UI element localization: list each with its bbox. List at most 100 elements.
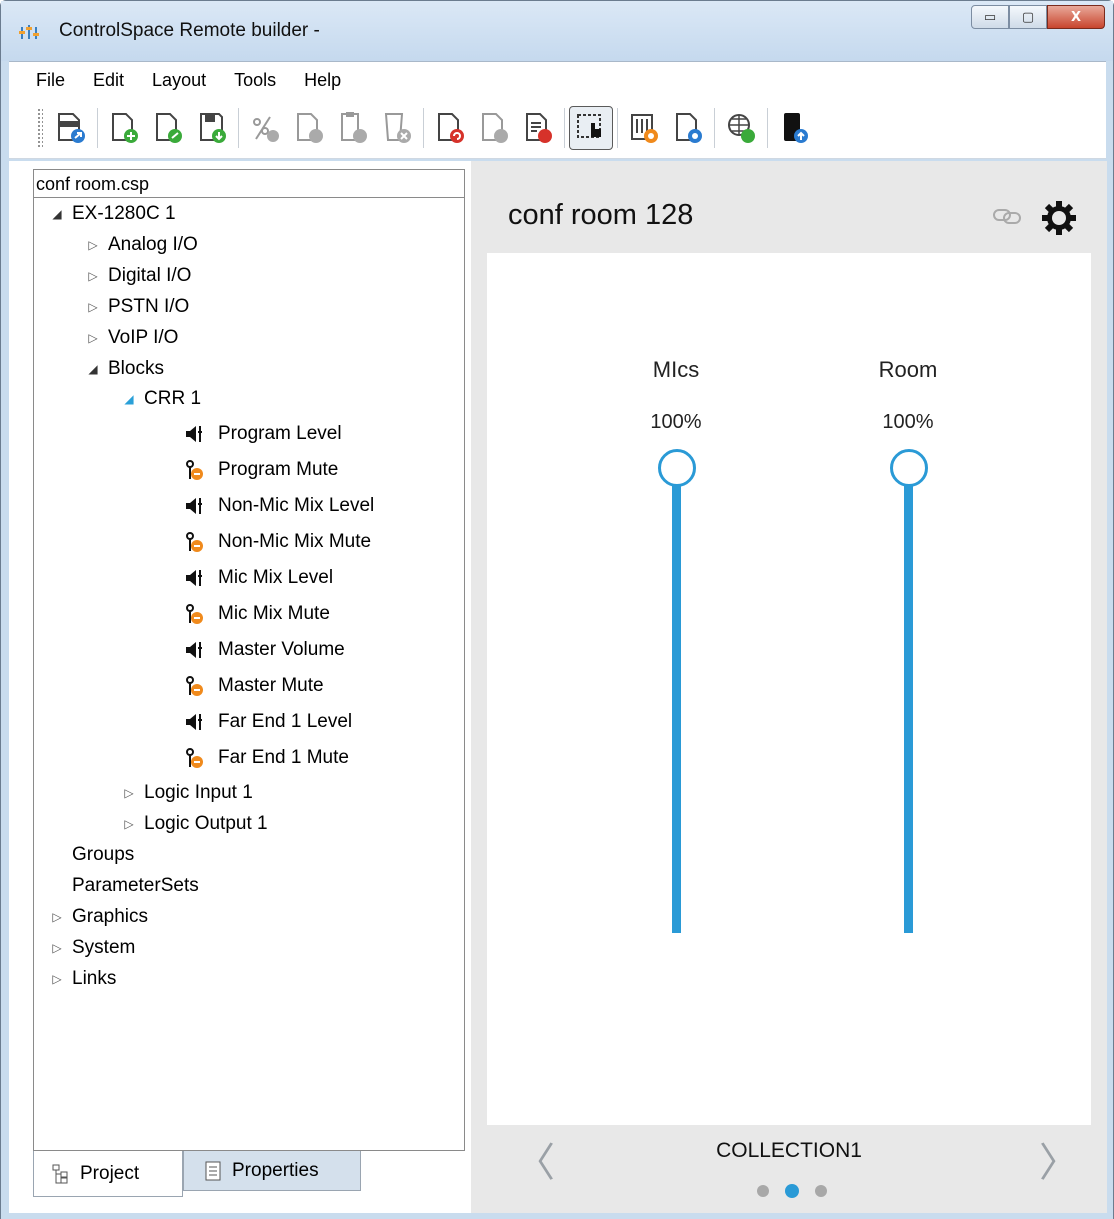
web-publish-button[interactable] xyxy=(719,106,763,150)
remove-icon xyxy=(526,112,552,143)
tree-item-label: PSTN I/O xyxy=(108,295,190,317)
tree-item[interactable]: ▷ Graphics xyxy=(48,902,148,932)
gear-icon[interactable] xyxy=(1040,199,1078,237)
mute-icon xyxy=(184,459,204,481)
toolbar-separator xyxy=(423,107,424,148)
next-page-arrow[interactable]: 〉 xyxy=(1039,1143,1079,1183)
new-page-from-template-button[interactable] xyxy=(146,106,190,150)
collapsed-arrow-icon[interactable]: ▷ xyxy=(48,972,66,986)
project-tree[interactable]: conf room.csp ◢ EX-1280C 1 ▷ Analog I/O ▷ Dig… xyxy=(33,169,465,1151)
tree-item[interactable]: ParameterSets xyxy=(48,871,199,901)
control-settings-button[interactable] xyxy=(622,106,666,150)
undo-button[interactable] xyxy=(428,106,472,150)
tree-item[interactable]: Non-Mic Mix Mute xyxy=(184,527,371,557)
menu-edit[interactable]: Edit xyxy=(79,62,138,98)
title-bar[interactable]: ControlSpace Remote builder - ▭ ▢ X xyxy=(1,1,1113,61)
properties-icon xyxy=(204,1161,222,1181)
project-panel: conf room.csp ◢ EX-1280C 1 ▷ Analog I/O ▷ Dig… xyxy=(9,161,471,1213)
tree-root-file[interactable]: conf room.csp xyxy=(34,170,464,198)
tree-item-label: EX-1280C 1 xyxy=(72,203,176,224)
menu-layout[interactable]: Layout xyxy=(138,62,220,98)
tree-item[interactable]: ▷ Digital I/O xyxy=(84,261,191,291)
app-window: ControlSpace Remote builder - ▭ ▢ X File… xyxy=(0,0,1114,1219)
page-dot[interactable] xyxy=(757,1185,769,1197)
close-button[interactable]: X xyxy=(1047,5,1105,29)
tree-item-label: VoIP I/O xyxy=(108,326,179,348)
menu-tools[interactable]: Tools xyxy=(220,62,290,98)
tree-item[interactable]: ▷ Analog I/O xyxy=(84,230,197,260)
channel-value-mics: 100% xyxy=(650,411,702,433)
new-page-from-template-icon xyxy=(156,112,182,143)
collapsed-arrow-icon[interactable]: ▷ xyxy=(120,817,138,831)
expanded-arrow-icon[interactable]: ◢ xyxy=(120,392,138,406)
toolbar-separator xyxy=(714,107,715,148)
select-mode-button[interactable] xyxy=(569,105,613,150)
tree-item-label: CRR 1 xyxy=(144,388,202,410)
collapsed-arrow-icon[interactable]: ▷ xyxy=(84,300,102,314)
tree-item[interactable]: Non-Mic Mix Level xyxy=(184,491,374,521)
tab-properties[interactable]: Properties xyxy=(183,1151,361,1191)
tree-item[interactable]: ▷ PSTN I/O xyxy=(84,292,189,322)
link-icon[interactable] xyxy=(993,207,1023,225)
level-icon xyxy=(184,567,204,589)
collapsed-arrow-icon[interactable]: ▷ xyxy=(84,269,102,283)
delete-icon xyxy=(384,112,411,143)
collapsed-arrow-icon[interactable]: ▷ xyxy=(84,238,102,252)
page-dot-active[interactable] xyxy=(785,1184,799,1198)
tree-item[interactable]: Groups xyxy=(48,840,134,870)
minimize-icon: ▭ xyxy=(983,9,997,25)
level-icon xyxy=(184,639,204,661)
collapsed-arrow-icon[interactable]: ▷ xyxy=(48,910,66,924)
slider-knob-mics[interactable] xyxy=(658,449,696,487)
tree-item[interactable]: Master Volume xyxy=(184,635,345,665)
tree-item[interactable]: ▷ Logic Output 1 xyxy=(120,809,267,839)
tree-item[interactable]: Program Mute xyxy=(184,455,338,485)
prev-page-arrow[interactable]: 〈 xyxy=(515,1143,555,1183)
tree-item-label: Groups xyxy=(72,844,135,866)
cut-button[interactable] xyxy=(243,106,287,150)
save-page-button[interactable] xyxy=(190,106,234,150)
tree-item[interactable]: Mic Mix Level xyxy=(184,563,333,593)
tree-item[interactable]: Master Mute xyxy=(184,671,324,701)
paste-button[interactable] xyxy=(331,106,375,150)
tree-item[interactable]: Program Level xyxy=(184,419,342,449)
tree-item-label: Mic Mix Mute xyxy=(218,603,330,625)
export-button[interactable] xyxy=(49,106,93,150)
tree-item[interactable]: ▷ System xyxy=(48,933,135,963)
toolbar-grip[interactable] xyxy=(37,107,43,148)
level-icon xyxy=(184,423,204,445)
tree-item[interactable]: Far End 1 Level xyxy=(184,707,352,737)
slider-track-room[interactable] xyxy=(904,468,913,933)
collapsed-arrow-icon[interactable]: ▷ xyxy=(48,941,66,955)
tree-item[interactable]: ◢ CRR 1 xyxy=(120,384,201,414)
tree-item[interactable]: ▷ Logic Input 1 xyxy=(120,778,252,808)
tree-item[interactable]: ▷ VoIP I/O xyxy=(84,323,178,353)
tree-item[interactable]: Mic Mix Mute xyxy=(184,599,330,629)
page-dot[interactable] xyxy=(815,1185,827,1197)
expanded-arrow-icon[interactable]: ◢ xyxy=(48,207,66,221)
collapsed-arrow-icon[interactable]: ▷ xyxy=(120,786,138,800)
slider-knob-room[interactable] xyxy=(890,449,928,487)
menu-help[interactable]: Help xyxy=(290,62,355,98)
collapsed-arrow-icon[interactable]: ▷ xyxy=(84,331,102,345)
export-icon xyxy=(58,112,85,143)
page-settings-button[interactable] xyxy=(666,106,710,150)
new-page-button[interactable] xyxy=(102,106,146,150)
device-upload-button[interactable] xyxy=(772,106,816,150)
tree-item[interactable]: ▷ Links xyxy=(48,964,116,994)
minimize-button[interactable]: ▭ xyxy=(971,5,1009,29)
maximize-button[interactable]: ▢ xyxy=(1009,5,1047,29)
menu-file[interactable]: File xyxy=(9,62,79,98)
web-publish-icon xyxy=(728,113,755,143)
expanded-arrow-icon[interactable]: ◢ xyxy=(84,362,102,376)
redo-button[interactable] xyxy=(472,106,516,150)
remove-button[interactable] xyxy=(516,106,560,150)
tree-item[interactable]: Far End 1 Mute xyxy=(184,743,349,773)
tab-project[interactable]: Project xyxy=(33,1151,183,1197)
tree-item-label: Program Mute xyxy=(218,459,339,481)
slider-track-mics[interactable] xyxy=(672,468,681,933)
delete-button[interactable] xyxy=(375,106,419,150)
tree-item[interactable]: ◢ EX-1280C 1 xyxy=(48,199,176,229)
tree-item[interactable]: ◢ Blocks xyxy=(84,354,164,384)
copy-button[interactable] xyxy=(287,106,331,150)
